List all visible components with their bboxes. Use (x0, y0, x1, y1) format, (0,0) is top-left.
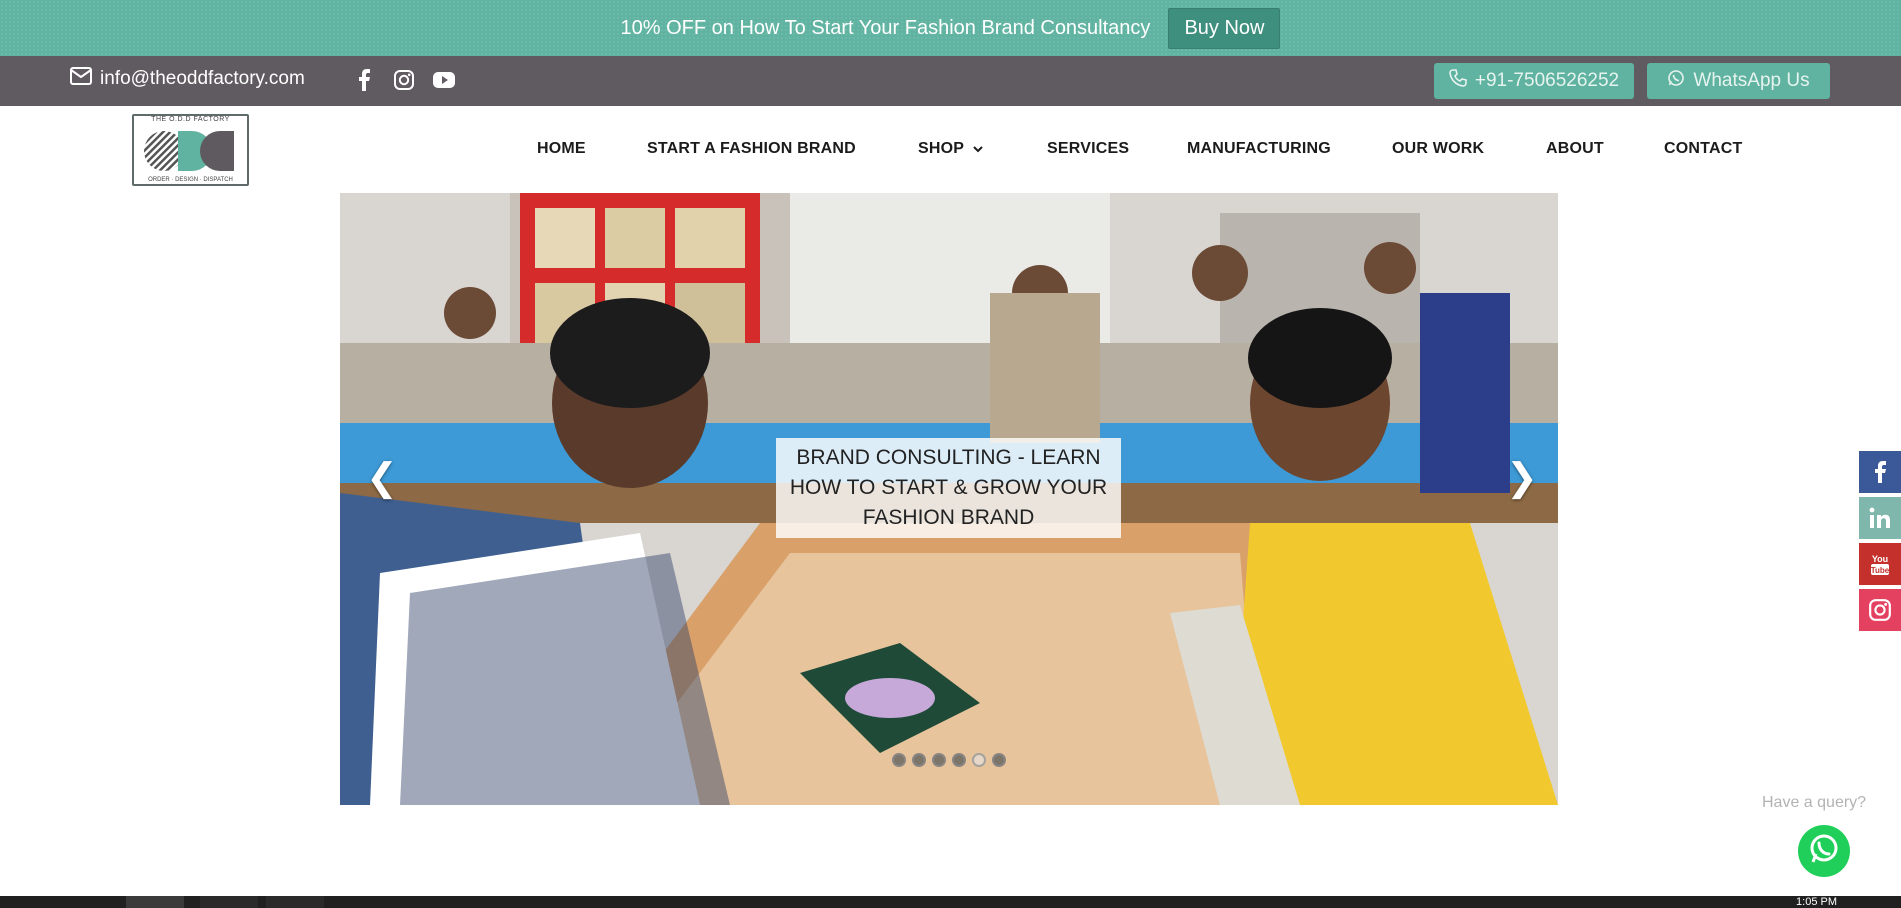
query-label: Have a query? (1762, 794, 1867, 811)
phone-icon (1449, 69, 1467, 93)
nav-contact[interactable]: CONTACT (1664, 140, 1742, 158)
whatsapp-float-button[interactable] (1798, 825, 1850, 877)
main-nav: HOME START A FASHION BRAND SHOP SERVICES… (0, 106, 1901, 192)
nav-label: OUR WORK (1392, 140, 1485, 157)
slider-dot[interactable] (952, 753, 966, 767)
nav-label: HOME (537, 140, 586, 157)
instagram-icon[interactable] (1859, 589, 1901, 631)
phone-number: +91-7506526252 (1474, 70, 1620, 91)
promo-bar: 10% OFF on How To Start Your Fashion Bra… (0, 0, 1901, 56)
facebook-icon[interactable] (1859, 451, 1901, 493)
slider-dot[interactable] (972, 753, 986, 767)
email-text: info@theoddfactory.com (100, 68, 305, 89)
nav-home[interactable]: HOME (537, 140, 586, 158)
slider-dots (892, 753, 1006, 767)
nav-label: START A FASHION BRAND (647, 140, 856, 157)
whatsapp-icon (1667, 69, 1685, 93)
whatsapp-button[interactable]: WhatsApp Us (1647, 63, 1830, 99)
linkedin-icon[interactable] (1859, 497, 1901, 539)
mail-icon (70, 67, 92, 91)
slider-prev-button[interactable]: ❮ (366, 455, 398, 500)
contact-bar: info@theoddfactory.com +91-7506526252 Wh… (0, 56, 1901, 106)
slider-next-button[interactable]: ❯ (1506, 455, 1538, 500)
chevron-down-icon (972, 140, 984, 158)
nav-start-fashion-brand[interactable]: START A FASHION BRAND (647, 140, 856, 158)
facebook-icon[interactable] (352, 68, 376, 92)
slider-dot[interactable] (992, 753, 1006, 767)
nav-label: MANUFACTURING (1187, 140, 1331, 157)
taskbar-app-icon[interactable] (200, 896, 258, 908)
buy-now-button[interactable]: Buy Now (1168, 7, 1281, 49)
instagram-icon[interactable] (392, 68, 416, 92)
slider-dot[interactable] (892, 753, 906, 767)
taskbar-app-icon[interactable] (126, 896, 184, 908)
nav-label: CONTACT (1664, 140, 1743, 157)
nav-label: ABOUT (1546, 140, 1604, 157)
nav-label: SERVICES (1047, 140, 1130, 157)
email-link[interactable]: info@theoddfactory.com (70, 67, 305, 91)
side-social-bar: You Tube (1859, 451, 1901, 635)
nav-shop[interactable]: SHOP (918, 140, 984, 158)
svg-text:Tube: Tube (1871, 566, 1890, 575)
slider-dot[interactable] (932, 753, 946, 767)
phone-button[interactable]: +91-7506526252 (1434, 63, 1634, 99)
whatsapp-icon (1807, 832, 1841, 871)
nav-label: SHOP (918, 140, 965, 157)
slider-dot[interactable] (912, 753, 926, 767)
youtube-icon[interactable]: You Tube (1859, 543, 1901, 585)
promo-text: 10% OFF on How To Start Your Fashion Bra… (620, 16, 1151, 39)
os-taskbar: 1:05 PM (0, 896, 1901, 908)
nav-our-work[interactable]: OUR WORK (1392, 140, 1484, 158)
taskbar-clock: 1:05 PM (1796, 896, 1837, 908)
youtube-icon[interactable] (432, 68, 456, 92)
svg-text:You: You (1872, 554, 1888, 564)
hero-slider[interactable]: BRAND CONSULTING - LEARN HOW TO START & … (340, 193, 1558, 805)
top-social-links (352, 68, 456, 92)
nav-services[interactable]: SERVICES (1047, 140, 1129, 158)
taskbar-app-icon[interactable] (266, 896, 324, 908)
whatsapp-label: WhatsApp Us (1693, 70, 1810, 91)
nav-about[interactable]: ABOUT (1546, 140, 1604, 158)
slide-caption: BRAND CONSULTING - LEARN HOW TO START & … (776, 438, 1121, 538)
nav-manufacturing[interactable]: MANUFACTURING (1187, 140, 1331, 158)
